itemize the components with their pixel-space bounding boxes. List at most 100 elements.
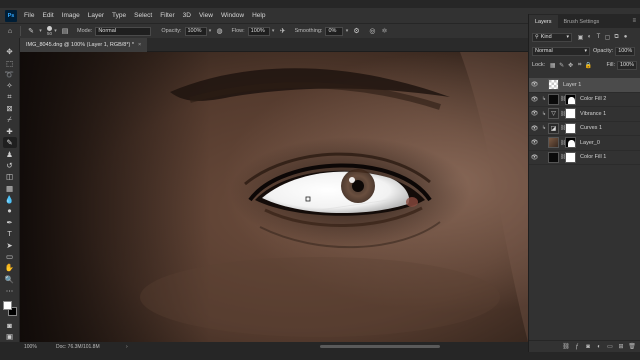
layer-fill-input[interactable]: 100% xyxy=(617,60,637,70)
layer-thumbnail[interactable]: ▽ xyxy=(548,108,559,120)
visibility-eye-icon[interactable]: 👁 xyxy=(529,139,540,146)
layer-name[interactable]: Layer 1 xyxy=(563,82,581,88)
blur-tool-icon[interactable]: 💧 xyxy=(3,194,17,205)
document-canvas[interactable] xyxy=(20,52,528,342)
chevron-down-icon[interactable]: ▾ xyxy=(37,28,44,34)
menu-view[interactable]: View xyxy=(195,12,217,19)
layer-row[interactable]: 👁 ⛓ Color Fill 1 xyxy=(529,151,640,165)
layer-thumbnail[interactable] xyxy=(548,151,559,163)
lock-transparency-icon[interactable]: ▦ xyxy=(548,61,557,70)
layer-thumbnail[interactable] xyxy=(548,79,559,91)
lock-pixels-icon[interactable]: ✎ xyxy=(557,61,566,70)
foreground-color-swatch[interactable] xyxy=(2,301,12,311)
layer-name[interactable]: Layer_0 xyxy=(580,140,600,146)
fx-icon[interactable]: ƒ xyxy=(573,344,581,350)
layer-row[interactable]: 👁 ↳ ⛓ Color Fill 2 xyxy=(529,93,640,107)
zoom-tool-icon[interactable]: 🔍 xyxy=(3,274,17,285)
menu-filter[interactable]: Filter xyxy=(156,12,178,19)
layer-name[interactable]: Color Fill 1 xyxy=(580,154,606,160)
menu-help[interactable]: Help xyxy=(248,12,269,19)
visibility-eye-icon[interactable]: 👁 xyxy=(529,96,540,103)
pen-tool-icon[interactable]: ✒ xyxy=(3,217,17,228)
brush-tool-preset-icon[interactable]: ✎ xyxy=(25,25,37,37)
screen-mode-icon[interactable]: ▣ xyxy=(3,331,17,342)
eraser-tool-icon[interactable]: ◫ xyxy=(3,171,17,182)
more-tools-icon[interactable]: ⋯ xyxy=(3,285,17,296)
layer-mask-thumbnail[interactable] xyxy=(565,93,576,105)
mode-select[interactable]: Normal xyxy=(95,26,152,36)
visibility-eye-icon[interactable]: 👁 xyxy=(529,125,540,132)
panel-menu-icon[interactable]: ≡ xyxy=(632,18,640,24)
quick-select-tool-icon[interactable]: ✧ xyxy=(3,80,17,91)
horizontal-scrollbar[interactable] xyxy=(320,345,440,348)
move-tool-icon[interactable]: ✥ xyxy=(3,46,17,57)
eyedropper-tool-icon[interactable]: ⌿ xyxy=(3,114,17,125)
symmetry-butterfly-icon[interactable]: ⚛ xyxy=(378,25,390,37)
group-icon[interactable]: ▭ xyxy=(606,343,614,350)
layer-thumbnail[interactable] xyxy=(548,93,559,105)
brush-tool-icon[interactable]: ✎ xyxy=(2,137,17,149)
smart-object-filter-icon[interactable]: ⧉ xyxy=(612,33,621,42)
kind-filter-select[interactable]: ⚲ Kind ▾ xyxy=(532,32,572,42)
layer-name[interactable]: Vibrance 1 xyxy=(580,111,606,117)
menu-layer[interactable]: Layer xyxy=(84,12,108,19)
menu-image[interactable]: Image xyxy=(58,12,84,19)
home-icon[interactable]: ⌂ xyxy=(4,25,16,37)
mask-icon[interactable]: ◙ xyxy=(584,344,592,350)
menu-3d[interactable]: 3D xyxy=(179,12,195,19)
chevron-down-icon[interactable]: ▾ xyxy=(52,28,59,34)
status-menu-chevron-icon[interactable]: › xyxy=(126,344,128,350)
hand-tool-icon[interactable]: ✋ xyxy=(3,262,17,273)
lock-position-icon[interactable]: ✥ xyxy=(566,61,575,70)
clone-stamp-tool-icon[interactable]: ♟ xyxy=(3,148,17,159)
layer-row[interactable]: 👁 ↳ ◪ ⛓ Curves 1 xyxy=(529,122,640,136)
airbrush-icon[interactable]: ✈ xyxy=(277,25,289,37)
tab-layers[interactable]: Layers xyxy=(529,15,558,28)
menu-window[interactable]: Window xyxy=(217,12,248,19)
visibility-eye-icon[interactable]: 👁 xyxy=(529,154,540,161)
layer-thumbnail[interactable]: ◪ xyxy=(548,122,559,134)
layer-row[interactable]: 👁 ↳ ▽ ⛓ Vibrance 1 xyxy=(529,107,640,122)
smoothing-input[interactable]: 0% xyxy=(325,26,344,36)
layer-mask-thumbnail[interactable] xyxy=(565,122,576,134)
pixel-filter-icon[interactable]: ▣ xyxy=(576,33,585,42)
healing-brush-tool-icon[interactable]: ✚ xyxy=(3,126,17,137)
color-swatches[interactable] xyxy=(2,301,17,317)
zoom-level[interactable]: 100% xyxy=(24,344,56,350)
close-icon[interactable]: × xyxy=(138,42,141,48)
filter-toggle-icon[interactable]: ● xyxy=(621,33,630,42)
lock-artboard-icon[interactable]: ⌗ xyxy=(575,61,584,70)
brush-settings-panel-icon[interactable]: ▤ xyxy=(59,25,71,37)
chevron-down-icon[interactable]: ▾ xyxy=(270,28,277,34)
marquee-tool-icon[interactable]: ⬚ xyxy=(3,57,17,68)
layer-mask-thumbnail[interactable] xyxy=(565,137,576,149)
flow-input[interactable]: 100% xyxy=(247,26,270,36)
menu-edit[interactable]: Edit xyxy=(38,12,57,19)
type-tool-icon[interactable]: T xyxy=(3,228,17,239)
lasso-tool-icon[interactable]: ➰ xyxy=(3,69,17,80)
visibility-eye-icon[interactable]: 👁 xyxy=(529,110,540,117)
layer-opacity-input[interactable]: 100% xyxy=(615,46,636,56)
history-brush-tool-icon[interactable]: ↺ xyxy=(3,160,17,171)
layer-row[interactable]: 👁 ⛓ Layer_0 xyxy=(529,136,640,151)
frame-tool-icon[interactable]: ⊠ xyxy=(3,103,17,114)
layer-name[interactable]: Curves 1 xyxy=(580,125,602,131)
tab-brush-settings[interactable]: Brush Settings xyxy=(558,15,606,28)
pressure-size-icon[interactable]: ◎ xyxy=(366,25,378,37)
menu-select[interactable]: Select xyxy=(130,12,156,19)
dodge-tool-icon[interactable]: ● xyxy=(3,205,17,216)
layer-row[interactable]: 👁 Layer 1 xyxy=(529,78,640,93)
blend-mode-select[interactable]: Normal ▾ xyxy=(532,46,590,56)
layer-mask-thumbnail[interactable] xyxy=(565,108,576,120)
layer-thumbnail[interactable] xyxy=(548,137,559,149)
trash-icon[interactable]: 🗑 xyxy=(628,343,636,350)
adjustment-icon[interactable]: ◐ xyxy=(595,344,603,350)
menu-type[interactable]: Type xyxy=(108,12,130,19)
layer-name[interactable]: Color Fill 2 xyxy=(580,96,606,102)
opacity-input[interactable]: 100% xyxy=(184,26,207,36)
path-selection-tool-icon[interactable]: ➤ xyxy=(3,239,17,250)
crop-tool-icon[interactable]: ⌗ xyxy=(3,92,17,103)
quick-mask-icon[interactable]: ◙ xyxy=(3,319,17,330)
lock-all-icon[interactable]: 🔒 xyxy=(584,61,593,70)
visibility-eye-icon[interactable]: 👁 xyxy=(529,81,540,88)
